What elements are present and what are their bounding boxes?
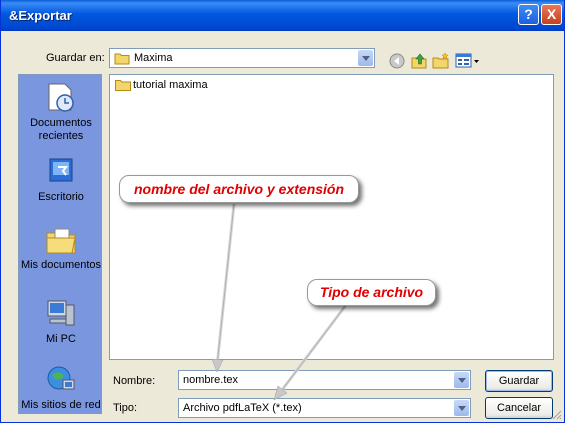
list-item[interactable]: tutorial maxima xyxy=(115,79,208,92)
filetype-callout: Tipo de archivo xyxy=(307,279,436,306)
help-button[interactable]: ? xyxy=(518,4,539,25)
chevron-down-icon[interactable] xyxy=(454,372,469,388)
close-button[interactable]: X xyxy=(541,4,562,25)
name-field[interactable]: nombre.tex xyxy=(178,370,471,390)
my-documents-icon xyxy=(46,228,76,254)
resize-grip-icon[interactable] xyxy=(550,408,562,420)
network-places-icon xyxy=(47,366,75,390)
chevron-down-icon[interactable] xyxy=(454,400,469,416)
views-menu-icon[interactable] xyxy=(455,52,481,70)
place-label: Mi PC xyxy=(46,333,76,345)
place-my-computer[interactable]: Mi PC xyxy=(19,297,103,346)
chevron-down-icon[interactable] xyxy=(358,50,373,66)
save-button[interactable]: Guardar xyxy=(485,370,553,392)
back-icon[interactable] xyxy=(388,52,406,70)
name-label: Nombre: xyxy=(113,375,156,387)
type-value: Archivo pdfLaTeX (*.tex) xyxy=(183,402,302,414)
place-label: Mis sitios de red xyxy=(21,399,101,411)
filename-callout: nombre del archivo y extensión xyxy=(119,175,359,203)
export-dialog: &Exportar ? X Guardar en: Maxima Documen… xyxy=(0,0,565,423)
cancel-button[interactable]: Cancelar xyxy=(485,397,553,419)
window-title: &Exportar xyxy=(9,8,72,23)
place-label: Documentos recientes xyxy=(30,117,92,142)
desktop-icon xyxy=(49,158,73,182)
name-value: nombre.tex xyxy=(183,374,239,386)
type-dropdown[interactable]: Archivo pdfLaTeX (*.tex) xyxy=(178,398,471,418)
file-name: tutorial maxima xyxy=(133,79,208,91)
save-in-dropdown[interactable]: Maxima xyxy=(109,48,375,68)
folder-icon xyxy=(114,53,130,65)
place-desktop[interactable]: Escritorio xyxy=(19,155,103,204)
places-bar: Documentos recientes Escritorio Mis docu… xyxy=(18,74,102,414)
place-network-places[interactable]: Mis sitios de red xyxy=(19,363,103,412)
file-list[interactable]: tutorial maxima xyxy=(109,74,554,360)
title-bar[interactable]: &Exportar ? X xyxy=(1,0,564,31)
up-folder-icon[interactable] xyxy=(410,52,428,70)
type-label: Tipo: xyxy=(113,402,138,414)
place-recent-documents[interactable]: Documentos recientes xyxy=(19,81,103,143)
recent-documents-icon xyxy=(48,83,74,112)
place-label: Escritorio xyxy=(38,191,84,203)
place-my-documents[interactable]: Mis documentos xyxy=(19,223,103,272)
save-in-label: Guardar en: xyxy=(46,52,105,64)
my-computer-icon xyxy=(47,300,75,326)
folder-icon xyxy=(115,80,131,92)
save-in-value: Maxima xyxy=(134,52,173,64)
place-label: Mis documentos xyxy=(20,259,102,271)
new-folder-icon[interactable] xyxy=(432,52,450,70)
